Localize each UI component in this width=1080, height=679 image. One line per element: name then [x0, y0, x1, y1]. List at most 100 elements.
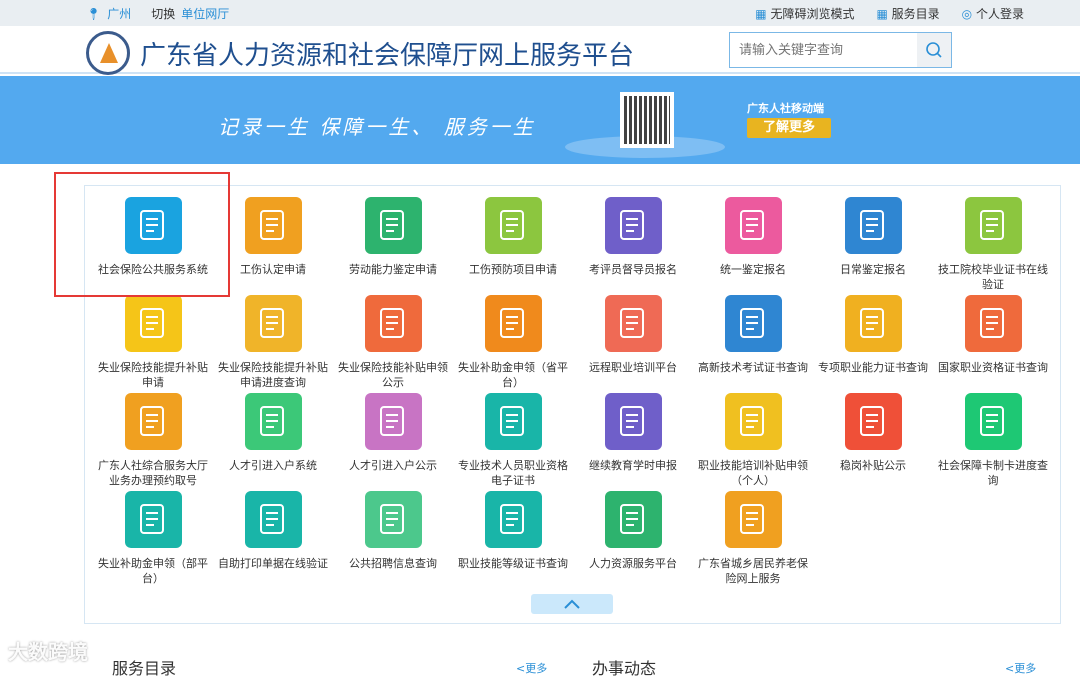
document-plus-icon — [244, 197, 302, 254]
service-item[interactable]: 失业补助金申领（省平台） — [454, 295, 572, 390]
service-item[interactable]: 失业保险技能补贴申领公示 — [334, 295, 452, 390]
service-item[interactable]: 失业保险技能提升补贴申请进度查询 — [214, 295, 332, 390]
qr-code — [620, 92, 674, 148]
document-search-icon — [244, 491, 302, 548]
catalog-more-link[interactable]: <更多 — [516, 660, 547, 676]
service-item[interactable]: 职业技能培训补贴申领（个人） — [694, 393, 812, 488]
document-dollar-icon — [364, 393, 422, 450]
switch-link[interactable]: 切换 — [151, 5, 175, 22]
service-label: 失业保险技能提升补贴申请进度查询 — [218, 361, 328, 389]
service-item[interactable]: 自助打印单据在线验证 — [214, 491, 332, 571]
nurse-icon — [364, 491, 422, 548]
documents-stack-icon — [844, 393, 902, 450]
users-transfer-icon — [604, 491, 662, 548]
service-label: 日常鉴定报名 — [840, 263, 906, 276]
service-item[interactable]: 公共招聘信息查询 — [334, 491, 452, 571]
city-label[interactable]: 广州 — [107, 5, 131, 22]
service-item[interactable]: 广东省城乡居民养老保险网上服务 — [694, 491, 812, 586]
service-label: 失业保险技能提升补贴申请 — [98, 361, 208, 389]
service-item[interactable]: 失业补助金申领（部平台） — [94, 491, 212, 586]
service-label: 技工院校毕业证书在线验证 — [938, 263, 1048, 291]
yuan-circle-icon — [844, 295, 902, 352]
service-label: 远程职业培训平台 — [589, 361, 677, 374]
site-title: 广东省人力资源和社会保障厅网上服务平台 — [140, 41, 635, 71]
hand-yuan-icon — [724, 295, 782, 352]
chevron-up-icon — [564, 599, 580, 609]
service-label: 职业技能培训补贴申领（个人） — [698, 459, 808, 487]
service-label: 自助打印单据在线验证 — [218, 557, 328, 570]
service-label: 专项职业能力证书查询 — [818, 361, 928, 374]
service-item[interactable]: 日常鉴定报名 — [814, 197, 932, 277]
medicine-bottle-icon — [724, 393, 782, 450]
document-plus-icon — [124, 393, 182, 450]
users-transfer-icon — [364, 197, 422, 254]
service-item[interactable]: 人才引进入户公示 — [334, 393, 452, 473]
service-item[interactable]: 工伤认定申请 — [214, 197, 332, 277]
service-label: 统一鉴定报名 — [720, 263, 786, 276]
service-item[interactable]: 国家职业资格证书查询 — [934, 295, 1052, 375]
banner: 记录一生 保障一生、 服务一生 广东人社移动端 了解更多 — [0, 76, 1080, 164]
person-card-icon — [604, 393, 662, 450]
search-input[interactable] — [730, 33, 917, 67]
accessible-mode-link[interactable]: ▦ 无障碍浏览模式 — [755, 5, 854, 22]
accessible-label: 无障碍浏览模式 — [770, 7, 855, 21]
search-icon — [926, 42, 942, 58]
personal-login-link[interactable]: ◎ 个人登录 — [962, 5, 1024, 22]
service-item[interactable]: 社会保障卡制卡进度查询 — [934, 393, 1052, 488]
document-search-icon — [484, 393, 542, 450]
photo-check-icon — [724, 197, 782, 254]
service-item[interactable]: 考评员督导员报名 — [574, 197, 692, 277]
document-yuan-icon — [484, 295, 542, 352]
service-item[interactable]: 技工院校毕业证书在线验证 — [934, 197, 1052, 292]
unit-hall-link[interactable]: 单位网厅 — [181, 5, 229, 22]
location-pin-icon: 📍︎ — [86, 6, 102, 21]
building-icon: ▦ — [876, 7, 888, 21]
documents-yuan-icon — [124, 491, 182, 548]
watermark: 大数跨境 — [8, 640, 88, 664]
person-document-icon — [964, 295, 1022, 352]
service-item[interactable]: 稳岗补贴公示 — [814, 393, 932, 473]
service-item[interactable]: 广东人社综合服务大厅业务办理预约取号 — [94, 393, 212, 488]
service-item[interactable]: 人才引进入户系统 — [214, 393, 332, 473]
service-item[interactable]: 专业技术人员职业资格电子证书 — [454, 393, 572, 488]
banner-slogan: 记录一生 保障一生、 服务一生 — [218, 115, 536, 139]
service-label: 广东省城乡居民养老保险网上服务 — [698, 557, 808, 585]
service-item[interactable]: 专项职业能力证书查询 — [814, 295, 932, 375]
service-item[interactable]: 继续教育学时申报 — [574, 393, 692, 473]
header: 广东省人力资源和社会保障厅网上服务平台 — [0, 26, 1080, 75]
service-item[interactable]: 高新技术考试证书查询 — [694, 295, 812, 375]
service-label: 人力资源服务平台 — [589, 557, 677, 570]
photo-check-icon — [724, 491, 782, 548]
service-item[interactable]: 职业技能等级证书查询 — [454, 491, 572, 571]
document-person-icon — [244, 393, 302, 450]
search-button[interactable] — [917, 33, 951, 67]
service-item[interactable]: 统一鉴定报名 — [694, 197, 812, 277]
service-item[interactable]: 社会保险公共服务系统 — [94, 197, 212, 277]
catalog-section-title: 服务目录 — [112, 659, 177, 678]
service-label: 考评员督导员报名 — [589, 263, 677, 276]
service-item[interactable]: 失业保险技能提升补贴申请 — [94, 295, 212, 390]
collapse-button[interactable] — [531, 594, 613, 614]
service-item[interactable]: 人力资源服务平台 — [574, 491, 692, 571]
service-label: 劳动能力鉴定申请 — [349, 263, 437, 276]
service-label: 失业补助金申领（部平台） — [98, 557, 208, 585]
login-label: 个人登录 — [975, 7, 1024, 21]
emblem-logo[interactable] — [86, 31, 130, 75]
learn-more-button[interactable]: 了解更多 — [747, 118, 831, 138]
document-search-icon — [964, 393, 1022, 450]
news-more-link[interactable]: <更多 — [1005, 660, 1036, 676]
person-card-icon — [604, 197, 662, 254]
id-card-icon — [604, 295, 662, 352]
document-search-icon — [484, 491, 542, 548]
certificate-icon — [484, 197, 542, 254]
service-label: 国家职业资格证书查询 — [938, 361, 1048, 374]
service-label: 人才引进入户系统 — [229, 459, 317, 472]
service-item[interactable]: 工伤预防项目申请 — [454, 197, 572, 277]
medicine-bottle-icon — [244, 295, 302, 352]
service-item[interactable]: 劳动能力鉴定申请 — [334, 197, 452, 277]
building-icon: ▦ — [755, 7, 767, 21]
user-circle-icon: ◎ — [961, 7, 973, 21]
service-label: 专业技术人员职业资格电子证书 — [458, 459, 568, 487]
service-item[interactable]: 远程职业培训平台 — [574, 295, 692, 375]
service-catalog-link[interactable]: ▦ 服务目录 — [876, 5, 939, 22]
